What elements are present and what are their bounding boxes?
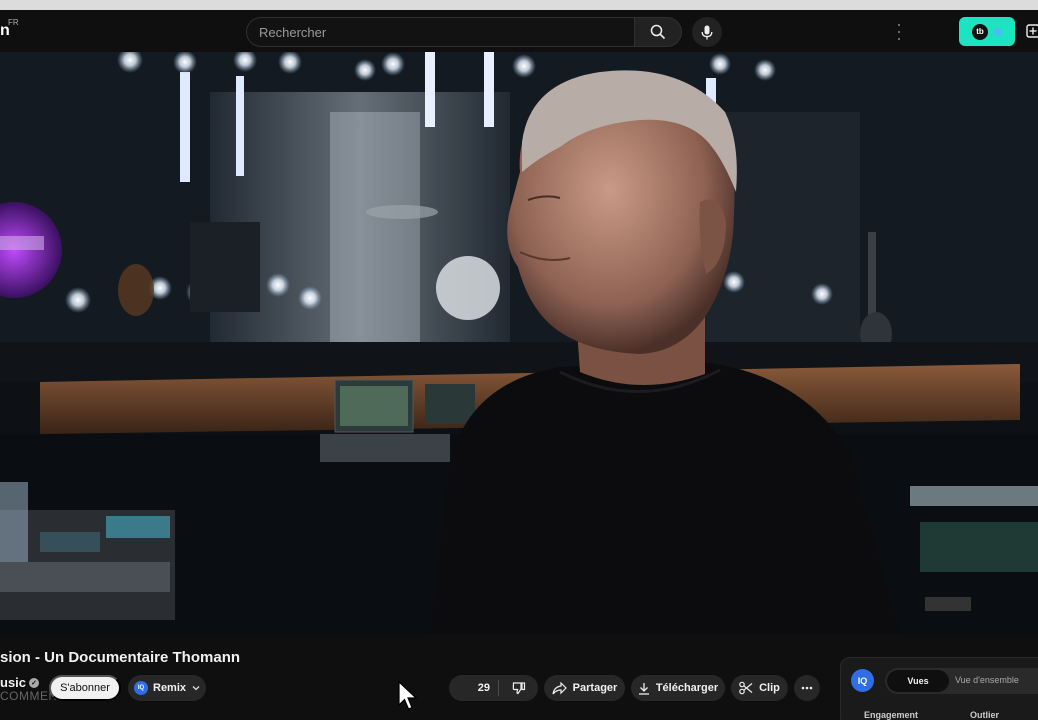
verified-icon: ✓ [29, 677, 40, 688]
chevron-down-icon [192, 686, 200, 691]
create-icon[interactable] [1026, 24, 1038, 38]
voice-search-button[interactable] [692, 17, 722, 47]
remix-label: Remix [153, 682, 187, 694]
panel-tabs: Vues Vue d'ensemble [885, 668, 1038, 694]
search-icon [650, 24, 666, 40]
iq-badge-icon: IQ [134, 681, 148, 695]
remix-button[interactable]: IQ Remix [128, 675, 206, 701]
like-dislike-group: 29 [449, 675, 538, 701]
outlier-label: Outlier [970, 710, 1000, 720]
engagement-label: Engagement [864, 710, 919, 720]
download-icon [638, 682, 649, 695]
masthead: n FR tb [0, 10, 1038, 52]
video-player[interactable] [0, 52, 1038, 635]
browser-top-strip [0, 0, 1038, 10]
search-input[interactable] [247, 18, 634, 46]
extension-button[interactable]: tb [959, 17, 1015, 46]
logo-region-code: FR [8, 18, 19, 27]
extension-status-dot [994, 27, 1002, 36]
dislike-icon [512, 682, 525, 695]
download-button[interactable]: Télécharger [631, 675, 725, 701]
panel-iq-icon: IQ [851, 669, 874, 692]
microphone-icon [701, 25, 713, 39]
video-info: sion - Un Documentaire Thomann usic ✓ CO… [0, 635, 1038, 720]
download-label: Télécharger [655, 682, 719, 694]
more-vertical-icon[interactable] [897, 24, 901, 40]
channel-name[interactable]: usic ✓ [0, 675, 40, 690]
clip-label: Clip [759, 682, 780, 694]
mouse-cursor-icon [398, 681, 418, 710]
tab-views[interactable]: Vues [887, 670, 949, 692]
tab-overview[interactable]: Vue d'ensemble [955, 675, 1019, 685]
dislike-button[interactable] [499, 681, 538, 695]
channel-name-text: usic [0, 675, 27, 690]
analytics-side-panel: IQ Vues Vue d'ensemble Engagement Outlie… [840, 657, 1038, 720]
more-actions-button[interactable] [794, 675, 820, 701]
subscribe-button[interactable]: S'abonner [49, 675, 121, 701]
search-button[interactable] [634, 17, 682, 47]
extension-logo: tb [972, 23, 988, 40]
like-button[interactable]: 29 [449, 680, 499, 696]
share-icon [552, 681, 567, 694]
search-box [246, 17, 634, 47]
share-button[interactable]: Partager [544, 675, 625, 701]
video-frame [0, 52, 1038, 635]
more-horizontal-icon [801, 686, 813, 690]
video-title: sion - Un Documentaire Thomann [0, 649, 241, 666]
scissors-icon [739, 681, 753, 695]
clip-button[interactable]: Clip [731, 675, 788, 701]
share-label: Partager [572, 682, 618, 694]
